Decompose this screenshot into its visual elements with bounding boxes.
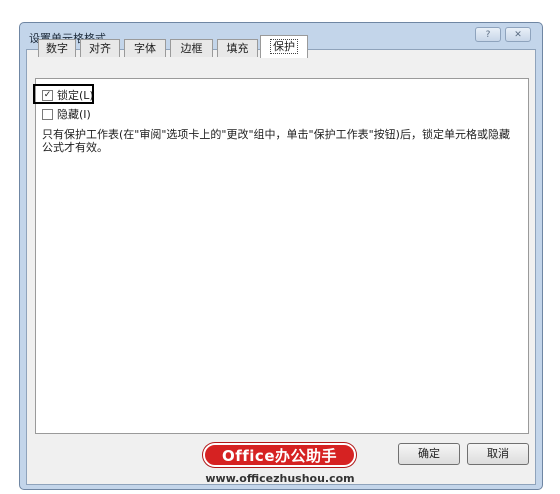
tab-fill-label: 填充 bbox=[226, 42, 249, 55]
tab-font[interactable]: 字体 bbox=[124, 39, 166, 57]
tab-fill[interactable]: 填充 bbox=[217, 39, 258, 57]
help-icon[interactable]: ? bbox=[475, 27, 501, 42]
tab-font-label: 字体 bbox=[134, 42, 156, 55]
protection-panel: ✓ 锁定(L) 隐藏(I) 只有保护工作表(在"审阅"选项卡上的"更改"组中，单… bbox=[35, 78, 529, 434]
watermark-logo: Office办公助手 bbox=[203, 443, 356, 467]
ok-button[interactable]: 确定 bbox=[398, 443, 460, 465]
tab-protection[interactable]: 保护 bbox=[260, 35, 308, 58]
watermark-url: www.officezhushou.com bbox=[205, 472, 355, 485]
hidden-option[interactable]: 隐藏(I) bbox=[42, 107, 91, 121]
tab-number-label: 数字 bbox=[46, 42, 68, 55]
hidden-label: 隐藏(I) bbox=[57, 108, 91, 121]
tab-alignment-label: 对齐 bbox=[89, 42, 111, 55]
close-icon[interactable]: ✕ bbox=[505, 27, 531, 42]
tab-alignment[interactable]: 对齐 bbox=[80, 39, 120, 57]
tab-number[interactable]: 数字 bbox=[38, 39, 76, 57]
hidden-checkbox[interactable] bbox=[42, 108, 53, 120]
highlight-frame bbox=[33, 84, 94, 104]
tab-border[interactable]: 边框 bbox=[170, 39, 213, 57]
tab-border-label: 边框 bbox=[180, 42, 203, 55]
cancel-button[interactable]: 取消 bbox=[467, 443, 529, 465]
tab-protection-label: 保护 bbox=[270, 39, 298, 54]
protection-description: 只有保护工作表(在"审阅"选项卡上的"更改"组中，单击"保护工作表"按钮)后，锁… bbox=[42, 128, 510, 154]
